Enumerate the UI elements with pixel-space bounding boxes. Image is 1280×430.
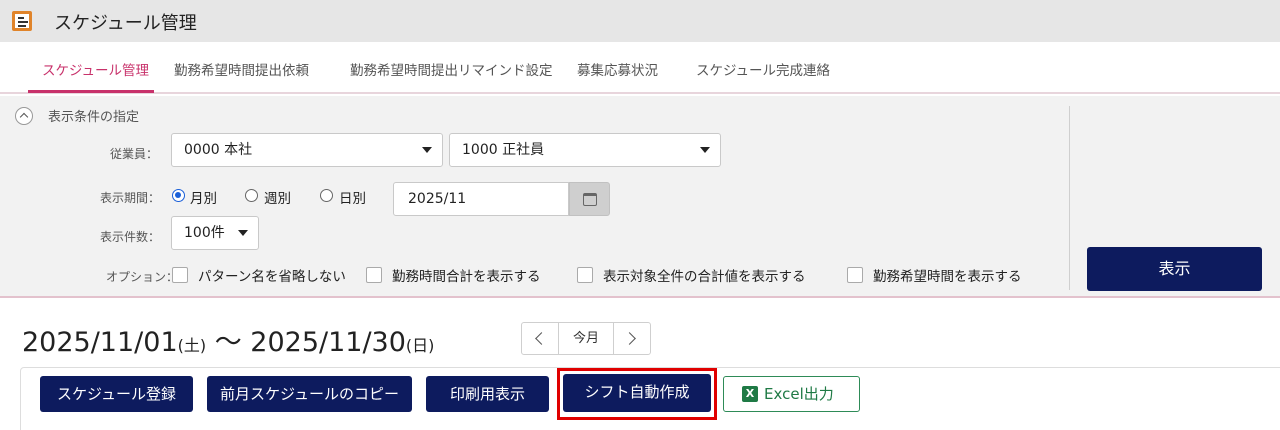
- checkbox-show-all-total[interactable]: [577, 267, 593, 283]
- panel-divider: [1069, 106, 1070, 290]
- excel-icon: X: [742, 386, 758, 402]
- chevron-right-icon[interactable]: [613, 323, 650, 354]
- employment-select-value: 1000 正社員: [462, 142, 545, 158]
- checkbox-show-pattern-name-label: パターン名を省略しない: [198, 269, 346, 285]
- month-pager: 今月: [521, 322, 651, 355]
- checkbox-show-work-hours-total[interactable]: [366, 267, 382, 283]
- period-heading: 2025/11/01(土) 〜 2025/11/30(日): [22, 320, 434, 359]
- period-start-weekday: (土): [177, 336, 207, 355]
- company-select-value: 0000 本社: [184, 142, 253, 158]
- period-start: 2025/11/01: [22, 327, 178, 358]
- count-label: 表示件数：: [100, 230, 161, 244]
- calendar-button[interactable]: [569, 182, 610, 216]
- tab-recruitment-status[interactable]: 募集応募状況: [577, 59, 658, 79]
- count-select-value: 100件: [184, 225, 225, 241]
- checkbox-show-hope-hours-label: 勤務希望時間を表示する: [873, 269, 1022, 285]
- collapse-chevron-up-icon[interactable]: [15, 107, 33, 125]
- tab-schedule-management[interactable]: スケジュール管理: [42, 59, 149, 79]
- radio-monthly-label: 月別: [190, 191, 217, 207]
- calendar-icon: [583, 193, 597, 206]
- tab-bar: スケジュール管理 勤務希望時間提出依頼 勤務希望時間提出リマインド設定 募集応募…: [0, 42, 1280, 94]
- title-bar: スケジュール管理: [0, 0, 1280, 42]
- radio-daily-label: 日別: [339, 191, 366, 207]
- month-input[interactable]: 2025/11: [393, 182, 569, 216]
- checkbox-show-all-total-label: 表示対象全件の合計値を表示する: [603, 269, 806, 285]
- copy-prev-month-button[interactable]: 前月スケジュールのコピー: [207, 376, 412, 412]
- active-tab-indicator: [28, 90, 154, 93]
- current-month-button[interactable]: 今月: [559, 323, 613, 354]
- print-view-button[interactable]: 印刷用表示: [426, 376, 549, 412]
- checkbox-show-work-hours-total-label: 勤務時間合計を表示する: [392, 269, 541, 285]
- radio-monthly[interactable]: [172, 189, 185, 202]
- chevron-left-icon[interactable]: [522, 323, 559, 354]
- excel-export-button[interactable]: X Excel出力: [723, 376, 860, 412]
- checkbox-show-pattern-name[interactable]: [172, 267, 188, 283]
- checkbox-show-hope-hours[interactable]: [847, 267, 863, 283]
- highlight-box: [557, 368, 717, 420]
- chevron-down-icon: [700, 147, 710, 153]
- period-end-weekday: (日): [405, 336, 435, 355]
- filter-panel-title: 表示条件の指定: [48, 110, 140, 125]
- period-end: 2025/11/30: [250, 327, 406, 358]
- options-label: オプション：: [106, 270, 179, 284]
- employment-type-select[interactable]: 1000 正社員: [449, 133, 721, 167]
- period-separator: 〜: [206, 327, 251, 358]
- radio-weekly[interactable]: [245, 189, 258, 202]
- tab-work-hope-request[interactable]: 勤務希望時間提出依頼: [174, 59, 309, 79]
- radio-weekly-label: 週別: [264, 191, 291, 207]
- excel-export-label: Excel出力: [764, 385, 834, 403]
- company-select[interactable]: 0000 本社: [171, 133, 443, 167]
- window-title: スケジュール管理: [54, 13, 197, 34]
- count-select[interactable]: 100件: [171, 216, 259, 250]
- schedule-register-button[interactable]: スケジュール登録: [40, 376, 193, 412]
- show-button[interactable]: 表示: [1087, 247, 1262, 291]
- schedule-app-icon: [12, 11, 32, 31]
- employee-label: 従業員：: [110, 147, 159, 161]
- radio-daily[interactable]: [320, 189, 333, 202]
- chevron-down-icon: [238, 230, 248, 236]
- tab-schedule-complete[interactable]: スケジュール完成連絡: [696, 59, 830, 79]
- chevron-down-icon: [422, 147, 432, 153]
- period-label: 表示期間：: [100, 191, 161, 205]
- tab-work-hope-remind[interactable]: 勤務希望時間提出リマインド設定: [350, 59, 553, 79]
